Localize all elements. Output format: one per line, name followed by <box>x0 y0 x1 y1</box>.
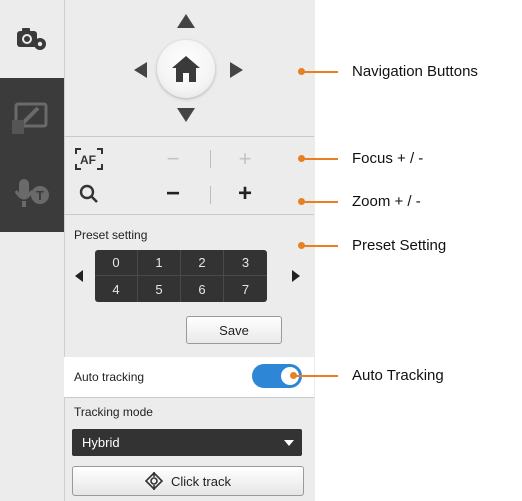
callout-zoom: Zoom + / - <box>352 193 421 210</box>
callout-line <box>294 375 338 377</box>
auto-tracking-label: Auto tracking <box>74 370 145 384</box>
arrow-down-icon <box>177 108 195 122</box>
zoom-minus-button[interactable]: − <box>160 180 186 207</box>
divider <box>64 397 314 398</box>
focus-plus-button[interactable]: + <box>232 146 258 172</box>
arrow-left-icon <box>133 62 147 78</box>
preset-slot-1[interactable]: 1 <box>138 250 181 276</box>
callout-focus: Focus + / - <box>352 150 424 167</box>
svg-text:T: T <box>36 188 44 203</box>
divider <box>210 150 211 168</box>
home-button[interactable] <box>157 40 215 98</box>
pan-right-button[interactable] <box>225 58 247 82</box>
callout-navigation: Navigation Buttons <box>352 63 478 80</box>
tracking-mode-select[interactable]: Hybrid <box>72 429 302 456</box>
callout-line <box>302 71 338 73</box>
preset-slot-4[interactable]: 4 <box>95 276 138 302</box>
home-icon <box>172 56 200 82</box>
preset-slot-3[interactable]: 3 <box>224 250 267 276</box>
preset-slot-0[interactable]: 0 <box>95 250 138 276</box>
pan-down-button[interactable] <box>174 104 198 126</box>
pan-left-button[interactable] <box>129 58 151 82</box>
callout-preset: Preset Setting <box>352 237 447 254</box>
magnifier-icon <box>79 184 98 203</box>
chevron-down-icon <box>284 440 294 446</box>
preset-slot-2[interactable]: 2 <box>181 250 224 276</box>
arrow-right-icon <box>292 270 300 282</box>
callout-auto-tracking: Auto Tracking <box>352 367 444 384</box>
screen-pen-icon <box>12 102 48 134</box>
preset-slot-5[interactable]: 5 <box>138 276 181 302</box>
preset-prev-button[interactable] <box>72 266 86 286</box>
zoom-control-icon <box>76 181 102 207</box>
arrow-right-icon <box>229 62 243 78</box>
click-track-label: Click track <box>171 473 231 489</box>
tab-voice-tracking[interactable]: T <box>0 154 64 232</box>
divider <box>64 136 314 137</box>
focus-control-icon: AF <box>74 146 104 172</box>
click-track-button[interactable]: Click track <box>72 466 304 496</box>
tab-screen-pen[interactable] <box>0 78 64 154</box>
callout-line <box>302 158 338 160</box>
divider <box>210 186 211 204</box>
tracking-mode-value: Hybrid <box>82 435 120 450</box>
save-preset-button[interactable]: Save <box>186 316 282 344</box>
focus-minus-button[interactable]: − <box>160 146 186 172</box>
camera-settings-icon <box>17 28 46 50</box>
tracking-mode-label: Tracking mode <box>74 405 153 419</box>
arrow-up-icon <box>177 14 195 28</box>
preset-setting-label: Preset setting <box>74 228 148 242</box>
svg-text:AF: AF <box>80 153 96 167</box>
preset-next-button[interactable] <box>289 266 303 286</box>
divider <box>64 214 314 215</box>
preset-slot-7[interactable]: 7 <box>224 276 267 302</box>
preset-grid: 0 1 2 3 4 5 6 7 <box>95 250 267 302</box>
voice-tracking-icon: T <box>14 179 49 207</box>
crosshair-icon <box>145 472 164 490</box>
af-icon: AF <box>75 148 103 170</box>
callout-line <box>302 201 338 203</box>
arrow-left-icon <box>75 270 83 282</box>
zoom-plus-button[interactable]: + <box>232 180 258 207</box>
tab-camera-settings[interactable] <box>0 0 64 78</box>
callout-line <box>302 245 338 247</box>
pan-up-button[interactable] <box>174 10 198 32</box>
preset-slot-6[interactable]: 6 <box>181 276 224 302</box>
